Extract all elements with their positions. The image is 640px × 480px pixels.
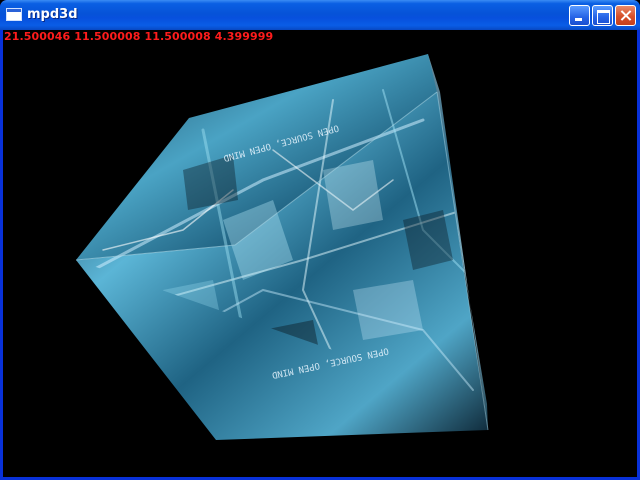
cube-scene: OPEN SOURCE, OPEN MIND OPEN SOURCE, OPEN…: [75, 54, 489, 440]
close-button[interactable]: [615, 5, 636, 26]
app-window: mpd3d OPEN SOURCE, OPEN MIND OPEN SOURCE…: [0, 0, 640, 480]
window-icon[interactable]: [6, 8, 22, 21]
title-bar[interactable]: mpd3d: [0, 0, 640, 30]
window-title: mpd3d: [27, 7, 78, 22]
coordinate-readout: 21.500046 11.500008 11.500008 4.399999: [4, 30, 274, 43]
minimize-button[interactable]: [569, 5, 590, 26]
maximize-button[interactable]: [592, 5, 613, 26]
render-viewport[interactable]: OPEN SOURCE, OPEN MIND OPEN SOURCE, OPEN…: [3, 30, 637, 477]
